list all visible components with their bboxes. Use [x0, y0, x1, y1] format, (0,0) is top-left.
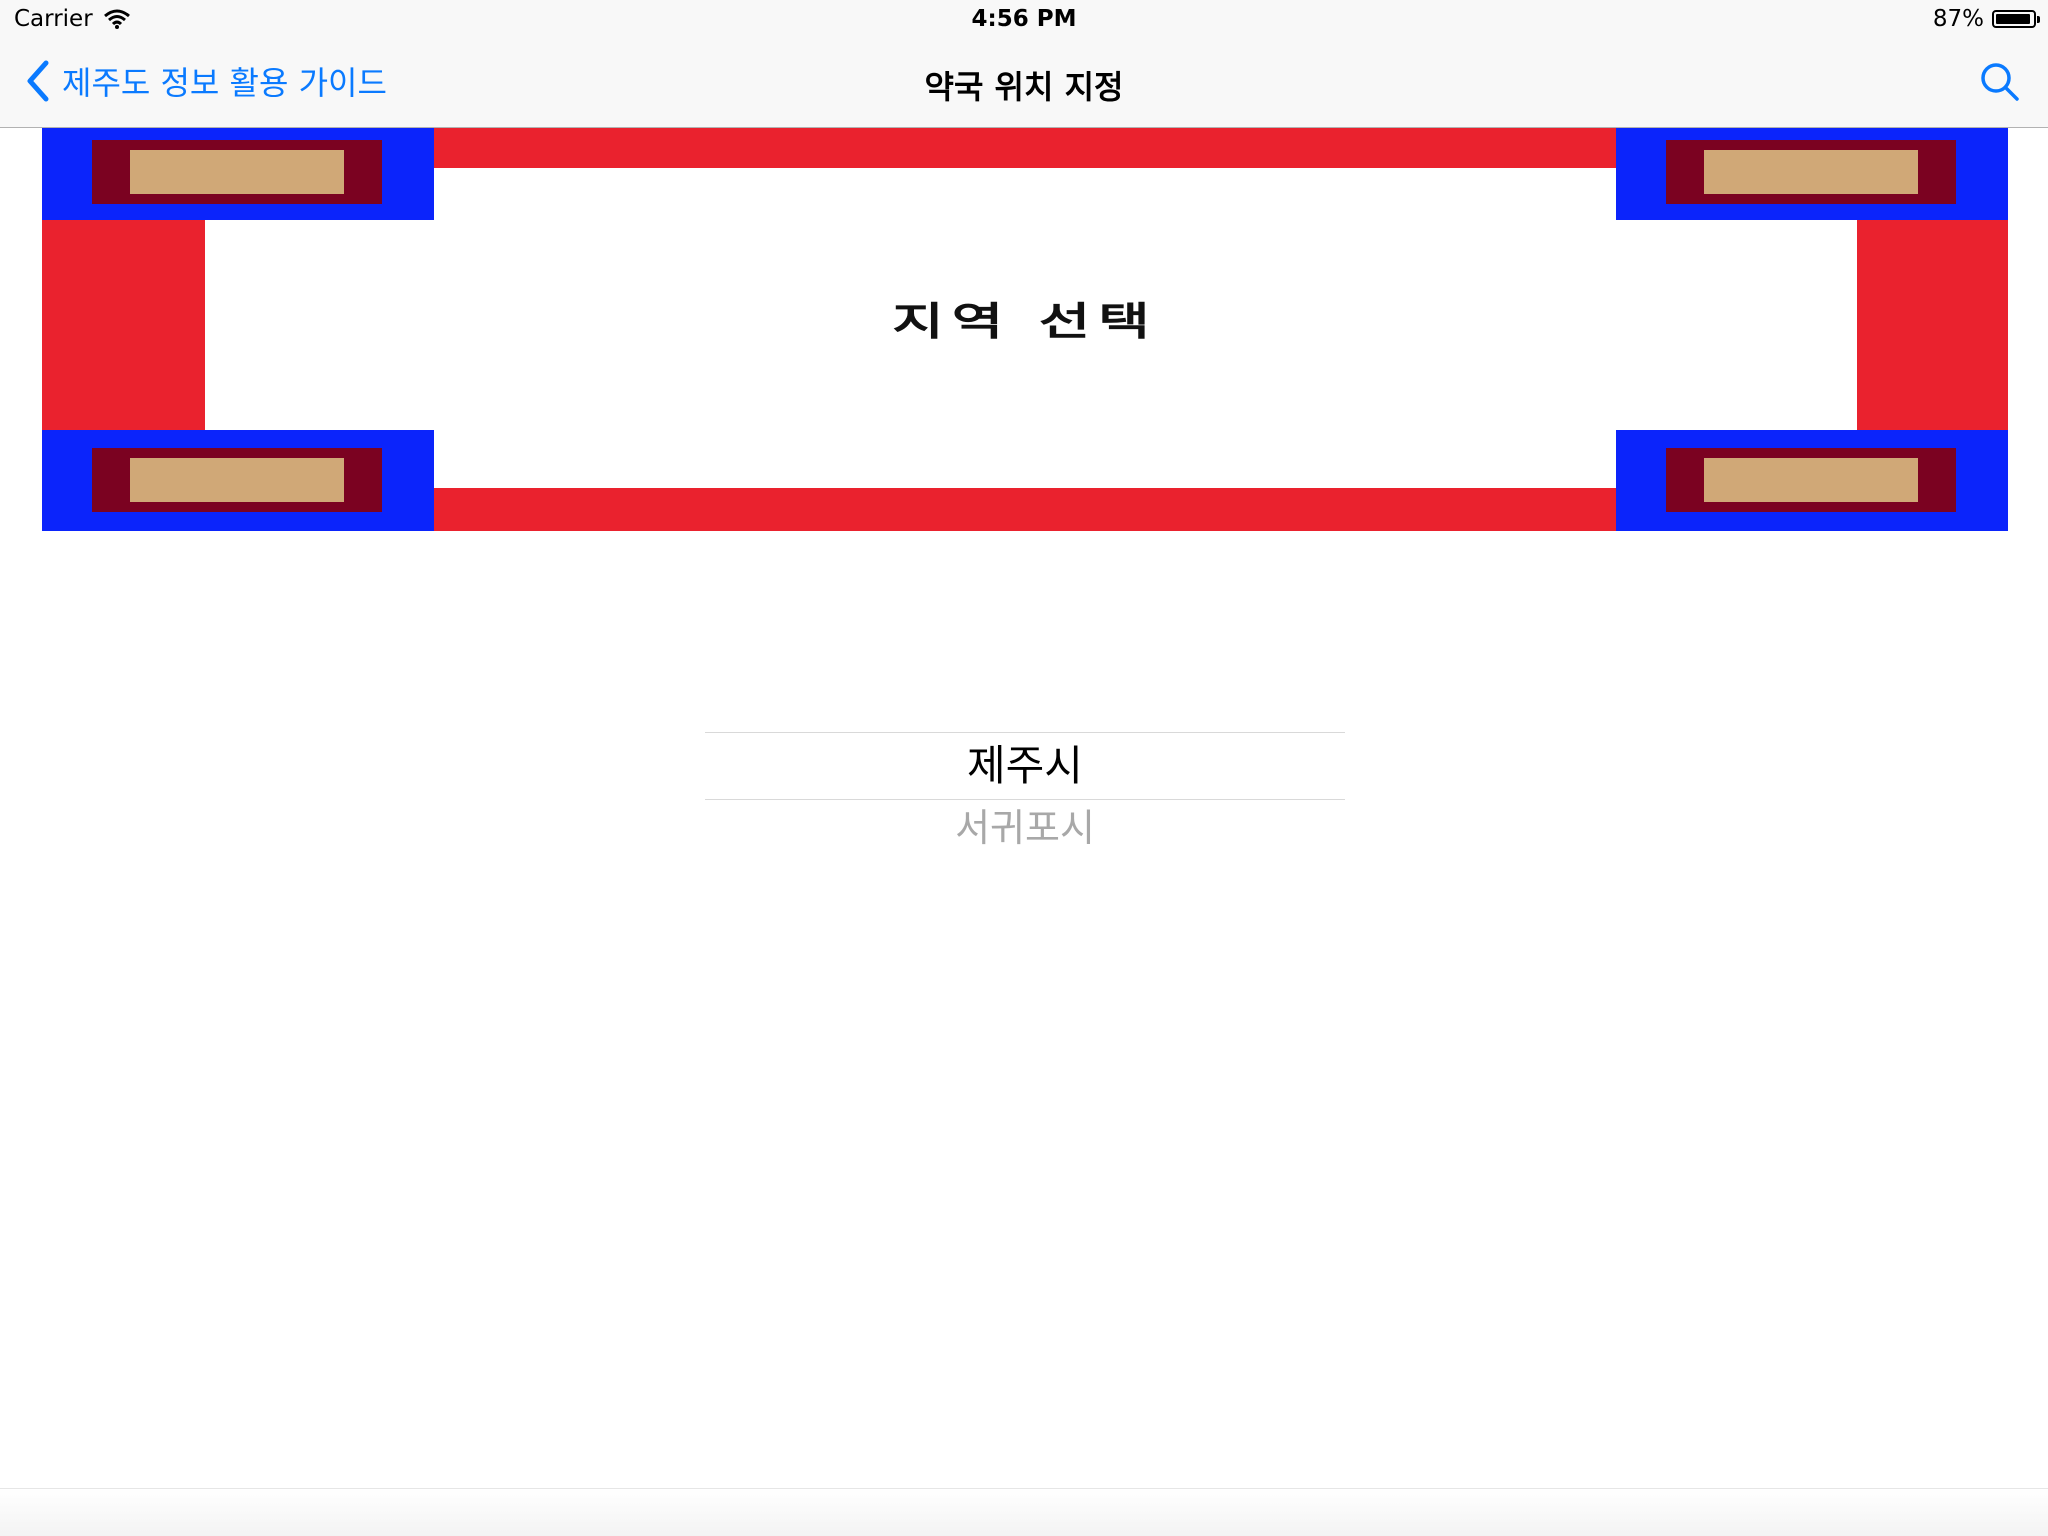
battery-fill	[1996, 14, 2030, 24]
corner-frame	[1666, 448, 1956, 512]
banner-corner-bottom-left	[42, 430, 434, 531]
banner-corner-top-right	[1616, 128, 2008, 220]
banner-corner-top-left	[42, 128, 434, 220]
status-battery-group: 87%	[1932, 6, 2040, 32]
picker-selected-option[interactable]: 제주시	[705, 733, 1345, 799]
screen: Carrier 4:56 PM 87% 제주도 정보 활용 가이드 약국 위치 …	[0, 0, 2048, 1536]
corner-frame	[92, 140, 382, 204]
search-icon	[1981, 63, 2019, 101]
banner-corner-bottom-right	[1616, 430, 2008, 531]
corner-plate	[130, 150, 344, 194]
corner-plate	[1704, 150, 1918, 194]
banner-text: 지역 선택	[892, 298, 1158, 345]
region-select-banner: 지역 선택	[42, 128, 2008, 531]
corner-plate	[130, 458, 344, 502]
corner-frame	[92, 448, 382, 512]
corner-frame	[1666, 140, 1956, 204]
battery-nub	[2037, 16, 2040, 23]
navigation-bar: 제주도 정보 활용 가이드 약국 위치 지정	[0, 40, 2048, 128]
status-time: 4:56 PM	[971, 6, 1077, 32]
picker-option[interactable]: 서귀포시	[705, 800, 1345, 856]
bottom-toolbar	[0, 1488, 2048, 1536]
battery-icon	[1992, 10, 2040, 28]
region-picker[interactable]: 제주시 서귀포시	[705, 732, 1345, 856]
status-bar: Carrier 4:56 PM 87%	[0, 0, 2048, 40]
battery-percent: 87%	[1932, 6, 1984, 32]
corner-plate	[1704, 458, 1918, 502]
search-button[interactable]	[1978, 60, 2022, 104]
page-title: 약국 위치 지정	[924, 68, 1124, 106]
